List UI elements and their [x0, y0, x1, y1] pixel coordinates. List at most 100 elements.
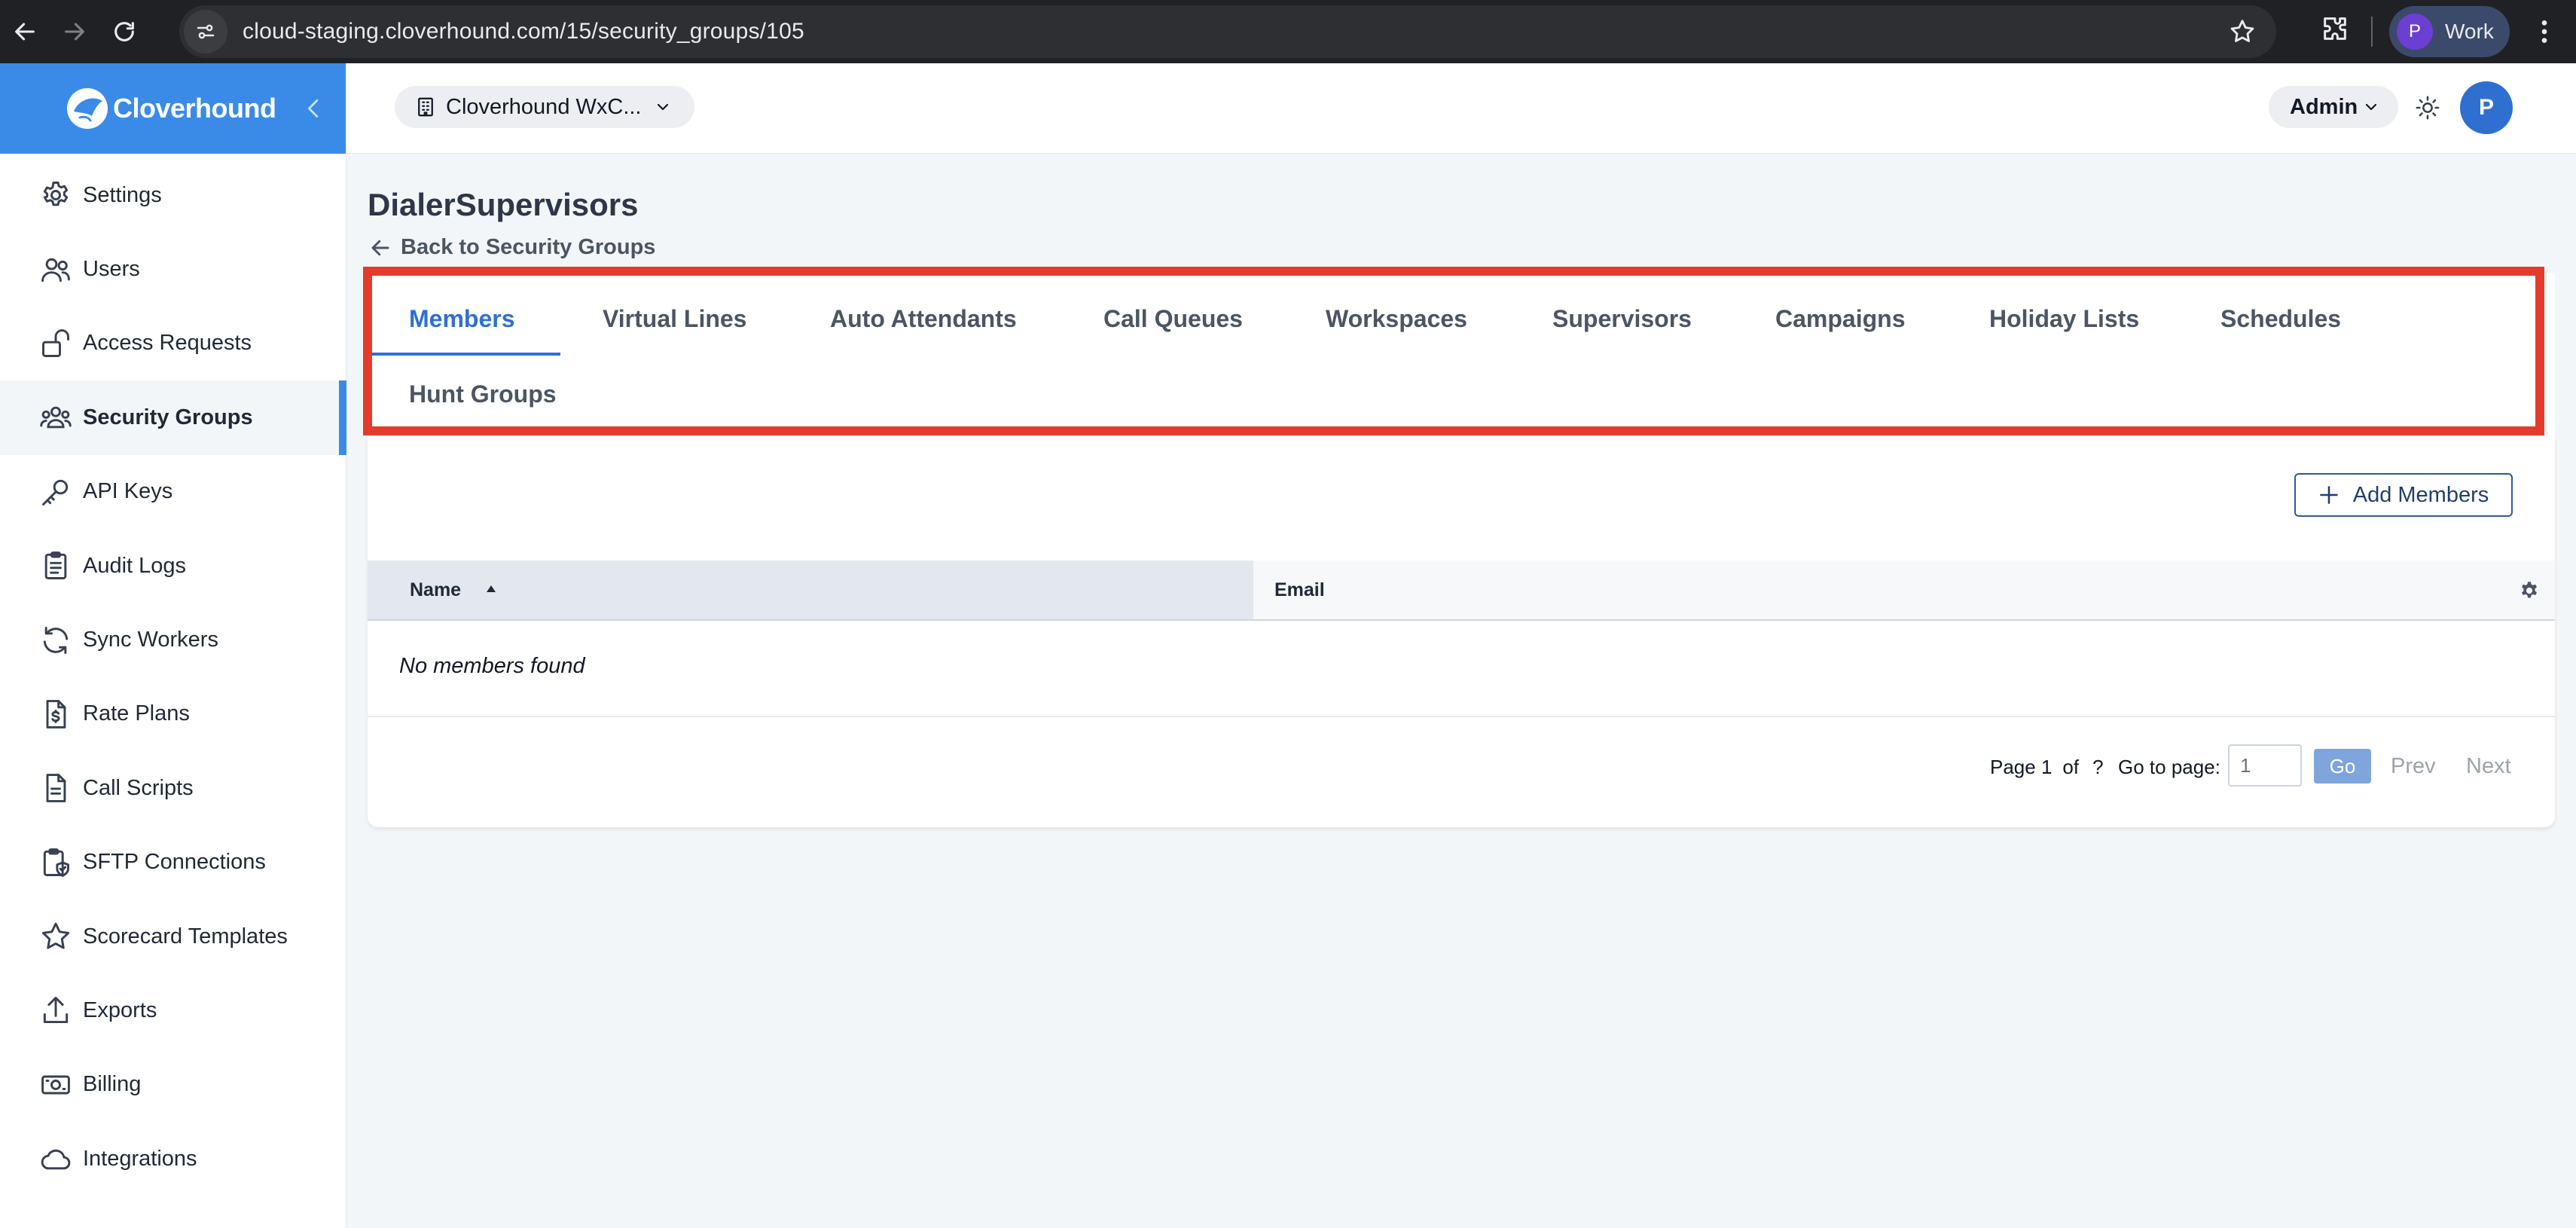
sidebar-item-integrations[interactable]: Integrations	[0, 1122, 346, 1196]
browser-reload-button[interactable]	[99, 0, 149, 63]
tabs-bar	[368, 273, 2555, 437]
column-header-name[interactable]: Name	[368, 561, 1253, 619]
theme-toggle-sun-icon[interactable]	[2415, 95, 2440, 121]
sidebar-item-label: Scorecard Templates	[83, 924, 288, 948]
next-page-button[interactable]: Next	[2466, 749, 2511, 784]
tune-icon	[197, 24, 215, 39]
sidebar: Cloverhound Settings Users Access Reques…	[0, 63, 346, 1228]
cloverhound-logo-icon[interactable]	[65, 86, 110, 131]
sidebar-item-users[interactable]: Users	[0, 232, 346, 306]
sidebar-item-scorecard-templates[interactable]: Scorecard Templates	[0, 900, 346, 973]
page-title: DialerSupervisors	[368, 187, 639, 222]
organization-selector[interactable]: Cloverhound WxC...	[395, 86, 694, 128]
money-icon	[41, 1075, 70, 1095]
users-icon	[41, 258, 70, 282]
bookmark-star-icon[interactable]	[2228, 17, 2257, 46]
sidebar-item-access-requests[interactable]: Access Requests	[0, 307, 346, 380]
tab-holiday-lists[interactable]: Holiday Lists	[1989, 301, 2139, 336]
goto-page-input[interactable]	[2228, 744, 2302, 787]
sidebar-item-exports[interactable]: Exports	[0, 973, 346, 1047]
column-header-email-label: Email	[1274, 579, 1325, 600]
profile-avatar: P	[2397, 14, 2433, 50]
sidebar-item-security-groups[interactable]: Security Groups	[0, 380, 346, 455]
sidebar-item-label: Audit Logs	[83, 553, 187, 578]
prev-page-button[interactable]: Prev	[2391, 749, 2436, 784]
star-icon	[41, 922, 70, 949]
sidebar-item-label: Exports	[83, 997, 157, 1022]
group-icon	[40, 407, 72, 429]
column-settings-gear-icon[interactable]	[2519, 580, 2540, 601]
extensions-puzzle-icon[interactable]	[2320, 14, 2350, 44]
toolbar-divider	[2371, 17, 2373, 47]
page-total: ?	[2092, 755, 2104, 778]
sidebar-item-api-keys[interactable]: API Keys	[0, 455, 346, 529]
sidebar-item-label: Sync Workers	[83, 628, 218, 652]
address-url[interactable]: cloud-staging.cloverhound.com/15/securit…	[243, 19, 804, 44]
reload-icon	[114, 22, 134, 41]
brand-header: Cloverhound	[0, 63, 346, 154]
sidebar-menu: Settings Users Access Requests Security …	[0, 158, 346, 1196]
sidebar-item-label: Billing	[83, 1072, 142, 1097]
back-link-label: Back to Security Groups	[401, 235, 656, 259]
gear-icon	[43, 182, 69, 206]
brand-name[interactable]: Cloverhound	[113, 93, 276, 124]
shield-doc-icon	[43, 848, 69, 877]
browser-menu-icon[interactable]	[2529, 14, 2559, 50]
tab-auto-attendants[interactable]: Auto Attendants	[830, 301, 1017, 336]
empty-state-text: No members found	[399, 654, 585, 678]
page-of-label: of	[2062, 755, 2080, 778]
sidebar-item-billing[interactable]: Billing	[0, 1048, 346, 1122]
chevron-down-icon	[657, 103, 668, 111]
tab-supervisors[interactable]: Supervisors	[1552, 301, 1692, 336]
sidebar-item-label: Rate Plans	[83, 701, 190, 726]
goto-page-label: Go to page:	[2118, 755, 2220, 778]
address-bar[interactable]: cloud-staging.cloverhound.com/15/securit…	[179, 5, 2276, 58]
clipboard-icon	[44, 551, 67, 580]
sync-icon	[43, 626, 69, 654]
arrow-left-icon	[371, 240, 389, 255]
go-button[interactable]: Go	[2314, 749, 2371, 784]
add-members-label: Add Members	[2352, 482, 2489, 507]
back-to-security-groups-link[interactable]: Back to Security Groups	[369, 235, 655, 260]
tab-workspaces[interactable]: Workspaces	[1326, 301, 1467, 336]
tab-hunt-groups[interactable]: Hunt Groups	[409, 377, 557, 411]
browser-back-button[interactable]	[0, 0, 50, 63]
sidebar-item-audit-logs[interactable]: Audit Logs	[0, 529, 346, 603]
chevron-left-icon[interactable]	[302, 95, 326, 122]
sidebar-item-settings[interactable]: Settings	[0, 158, 346, 232]
sidebar-item-label: SFTP Connections	[83, 850, 266, 875]
upload-icon	[43, 997, 69, 1024]
pagination-page-info: Page 1 of ?	[1990, 746, 2104, 788]
sidebar-item-sftp-connections[interactable]: SFTP Connections	[0, 826, 346, 900]
site-info-button[interactable]	[184, 10, 227, 53]
cloud-icon	[41, 1150, 71, 1170]
tab-schedules[interactable]: Schedules	[2220, 301, 2341, 336]
sidebar-item-call-scripts[interactable]: Call Scripts	[0, 751, 346, 825]
tab-campaigns[interactable]: Campaigns	[1775, 301, 1905, 336]
user-avatar[interactable]: P	[2460, 81, 2513, 134]
add-members-button[interactable]: Add Members	[2294, 473, 2513, 517]
active-tab-indicator	[372, 353, 560, 356]
sidebar-item-sync-workers[interactable]: Sync Workers	[0, 603, 346, 677]
browser-forward-button[interactable]	[50, 0, 99, 63]
app-header: Cloverhound WxC... Admin P	[346, 63, 2576, 154]
sort-ascending-icon	[487, 585, 496, 592]
tab-call-queues[interactable]: Call Queues	[1103, 301, 1243, 336]
plus-icon	[2319, 486, 2338, 504]
sidebar-item-rate-plans[interactable]: Rate Plans	[0, 677, 346, 751]
role-name: Admin	[2290, 94, 2358, 119]
column-header-name-label: Name	[410, 579, 462, 600]
profile-name: Work	[2445, 20, 2494, 43]
tab-members[interactable]: Members	[409, 301, 515, 336]
arrow-left-icon	[15, 23, 35, 41]
role-selector[interactable]: Admin	[2269, 86, 2398, 128]
tab-virtual-lines[interactable]: Virtual Lines	[603, 301, 746, 336]
unlock-icon	[42, 329, 69, 357]
dollar-doc-icon	[46, 700, 66, 729]
key-icon	[42, 479, 69, 506]
browser-profile-button[interactable]: P Work	[2389, 6, 2510, 57]
column-header-email[interactable]: Email	[1274, 561, 1325, 619]
building-icon	[418, 97, 433, 117]
sidebar-item-label: Security Groups	[83, 405, 253, 429]
arrow-right-icon	[65, 23, 84, 41]
